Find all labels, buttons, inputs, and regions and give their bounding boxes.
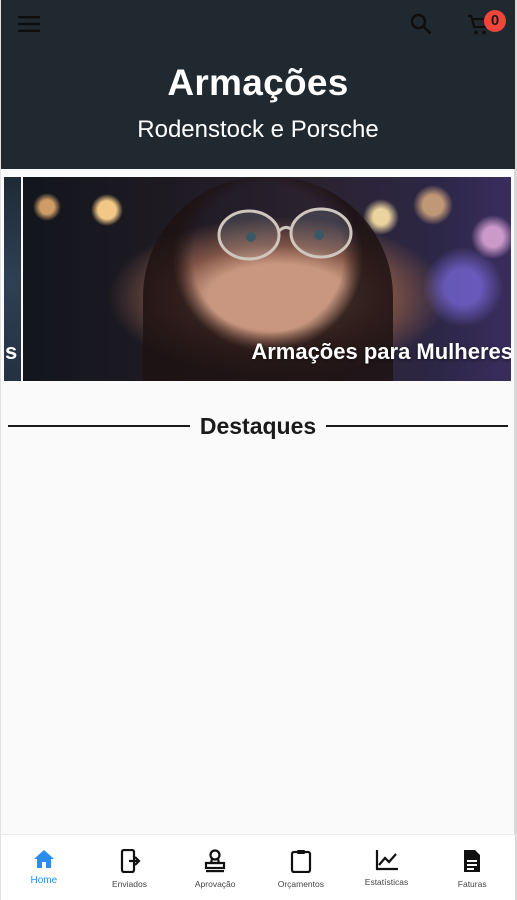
nav-item-enviados[interactable]: Enviados bbox=[87, 835, 173, 900]
search-icon bbox=[410, 13, 432, 35]
nav-label: Aprovação bbox=[194, 879, 236, 889]
cart-button[interactable]: 0 bbox=[463, 7, 511, 41]
app-frame: 0 Armações Rodenstock e Porsche s Armaçõ… bbox=[0, 0, 517, 900]
eyeglasses-graphic bbox=[217, 207, 353, 261]
nav-item-estatisticas[interactable]: Estatísticas bbox=[344, 835, 430, 900]
nav-label: Estatísticas bbox=[364, 877, 409, 887]
nav-label: Orçamentos bbox=[277, 879, 324, 889]
nav-item-aprovacao[interactable]: Aprovação bbox=[172, 835, 258, 900]
nav-item-home[interactable]: Home bbox=[1, 835, 87, 900]
nav-label: Faturas bbox=[457, 879, 487, 889]
page-title: Armações bbox=[167, 62, 349, 103]
banner-carousel[interactable]: s Armações para Mulheres bbox=[4, 177, 511, 381]
send-to-mobile-icon bbox=[120, 849, 141, 873]
search-button[interactable] bbox=[405, 9, 437, 39]
cart-count-badge: 0 bbox=[484, 10, 506, 32]
carousel-slide-label: Armações para Mulheres bbox=[251, 339, 511, 364]
carousel-slide-previous-label: s bbox=[5, 339, 18, 364]
nav-item-orcamentos[interactable]: Orçamentos bbox=[258, 835, 344, 900]
nav-label: Enviados bbox=[112, 879, 147, 889]
app-header: 0 Armações Rodenstock e Porsche bbox=[1, 0, 515, 169]
bottom-navigation: Home Enviados Aprovação Orçamentos Estat… bbox=[1, 834, 515, 900]
divider-left bbox=[8, 425, 190, 427]
home-icon bbox=[33, 850, 54, 868]
menu-icon bbox=[18, 16, 40, 32]
clipboard-icon bbox=[290, 850, 311, 873]
section-title: Destaques bbox=[199, 412, 317, 439]
carousel-slide-current[interactable]: Armações para Mulheres bbox=[23, 177, 511, 381]
carousel-slide-previous[interactable]: s bbox=[4, 177, 21, 381]
divider-right bbox=[326, 425, 509, 427]
stamp-icon bbox=[205, 849, 226, 873]
document-icon bbox=[464, 850, 481, 872]
section-header-destaques: Destaques bbox=[8, 410, 509, 442]
nav-item-faturas[interactable]: Faturas bbox=[429, 835, 515, 900]
menu-button[interactable] bbox=[13, 10, 45, 38]
page-subtitle: Rodenstock e Porsche bbox=[137, 116, 379, 143]
nav-label: Home bbox=[30, 875, 58, 886]
chart-line-icon bbox=[375, 850, 398, 871]
